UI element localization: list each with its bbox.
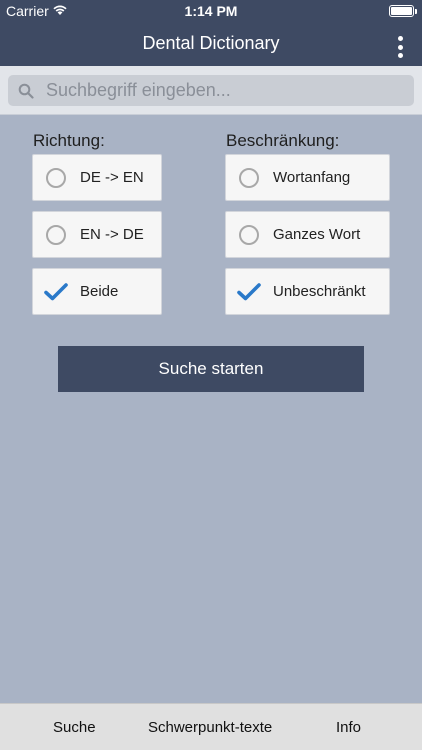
more-vertical-icon[interactable] [392, 34, 408, 60]
option-label: Ganzes Wort [273, 226, 361, 243]
option-label: DE -> EN [80, 169, 144, 186]
app-title: Dental Dictionary [142, 33, 280, 53]
direction-option-en-de[interactable]: EN -> DE [32, 211, 162, 258]
tab-schwerpunkt-texte[interactable]: Schwerpunkt-texte [148, 719, 272, 736]
radio-unchecked-icon [237, 166, 261, 190]
option-label: Unbeschränkt [273, 283, 366, 300]
checkmark-icon [237, 280, 261, 304]
status-bar: Carrier 1:14 PM [0, 0, 422, 22]
direction-option-de-en[interactable]: DE -> EN [32, 154, 162, 201]
status-time: 1:14 PM [184, 3, 238, 19]
direction-label: Richtung: [33, 131, 105, 150]
restriction-label: Beschränkung: [226, 131, 340, 150]
option-label: Wortanfang [273, 169, 351, 186]
search-icon [18, 83, 34, 99]
restriction-option-ganzes-wort[interactable]: Ganzes Wort [225, 211, 390, 258]
search-bar[interactable] [8, 75, 414, 106]
checkmark-icon [44, 280, 68, 304]
restriction-option-unbeschraenkt[interactable]: Unbeschränkt [225, 268, 390, 315]
restriction-option-wortanfang[interactable]: Wortanfang [225, 154, 390, 201]
search-bar-container [0, 66, 422, 115]
option-label: Beide [80, 283, 119, 300]
radio-unchecked-icon [44, 223, 68, 247]
radio-unchecked-icon [237, 223, 261, 247]
battery-icon [389, 5, 414, 17]
battery-tip [415, 9, 417, 14]
radio-unchecked-icon [44, 166, 68, 190]
start-search-button[interactable]: Suche starten [58, 346, 364, 392]
option-label: EN -> DE [80, 226, 144, 243]
navigation-bar: Carrier 1:14 PM Dental Dictionary [0, 0, 422, 66]
direction-option-beide[interactable]: Beide [32, 268, 162, 315]
tab-suche[interactable]: Suche [53, 719, 96, 736]
search-input[interactable] [46, 80, 386, 101]
tab-info[interactable]: Info [336, 719, 361, 736]
tab-bar: Suche Schwerpunkt-texte Info [0, 703, 422, 750]
